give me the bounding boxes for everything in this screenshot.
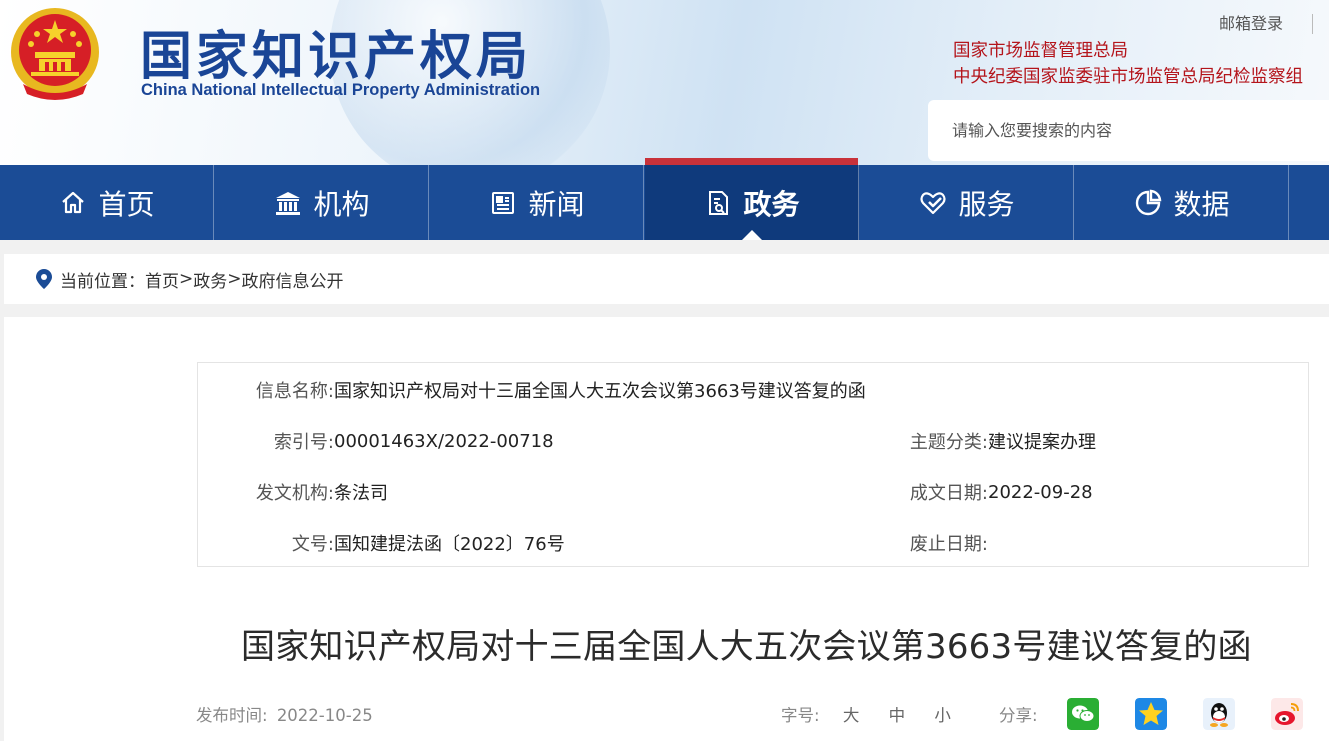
nav-item-label: 首页 <box>98 187 155 221</box>
nav-item-label: 服务 <box>958 187 1015 221</box>
main-nav: 首页 机构 新闻 政务 服务 数据 <box>0 158 1329 240</box>
qq-icon[interactable] <box>1203 698 1235 730</box>
share-label: 分享: <box>999 706 1038 725</box>
publish-date: 2022-10-25 <box>276 706 373 725</box>
nav-item-more[interactable] <box>1290 165 1329 240</box>
home-icon <box>58 188 88 218</box>
divider <box>1312 14 1313 34</box>
breadcrumb: 当前位置： 首页 > 政务 > 政府信息公开 <box>4 254 1329 304</box>
info-row-index: 索引号: 00001463X/2022-00718 <box>198 427 554 455</box>
info-value: 国家知识产权局对十三届全国人大五次会议第3663号建议答复的函 <box>334 381 866 402</box>
nav-item-label: 新闻 <box>528 187 585 221</box>
breadcrumb-separator: > <box>227 269 242 289</box>
info-value: 00001463X/2022-00718 <box>334 430 554 452</box>
publish-label: 发布时间: <box>196 706 268 725</box>
institution-icon <box>273 188 303 218</box>
info-row-docno: 文号: 国知建提法函〔2022〕76号 <box>198 529 565 557</box>
weibo-icon[interactable] <box>1271 698 1303 730</box>
search-box <box>928 100 1329 161</box>
nav-item-label: 机构 <box>313 187 370 221</box>
logo-subtitle: China National Intellectual Property Adm… <box>141 81 541 99</box>
document-title: 国家知识产权局对十三届全国人大五次会议第3663号建议答复的函 <box>241 627 1252 667</box>
logo-title: 国家知识产权局 <box>140 26 533 87</box>
org-link-samr[interactable]: 国家市场监督管理总局 <box>953 38 1303 64</box>
font-size-small-button[interactable]: 小 <box>934 706 951 725</box>
wechat-icon[interactable] <box>1067 698 1099 730</box>
breadcrumb-separator: > <box>179 269 194 289</box>
info-row-date: 成文日期: 2022-09-28 <box>898 478 1093 506</box>
info-value: 建议提案办理 <box>988 432 1096 453</box>
info-value: 条法司 <box>334 483 388 504</box>
site-header: 国家知识产权局 China National Intellectual Prop… <box>0 0 1329 165</box>
qzone-icon[interactable] <box>1135 698 1167 730</box>
info-row-issuer: 发文机构: 条法司 <box>198 478 388 506</box>
info-label: 主题分类: <box>909 432 988 453</box>
org-link-discipline-inspection[interactable]: 中央纪委国家监委驻市场监管总局纪检监察组 <box>953 64 1303 90</box>
government-affairs-icon <box>703 188 733 218</box>
info-label: 信息名称: <box>255 381 334 402</box>
info-label: 文号: <box>291 534 334 555</box>
nav-item-news[interactable]: 新闻 <box>430 165 644 240</box>
news-icon <box>488 188 518 218</box>
mail-login-link[interactable]: 邮箱登录 <box>1219 10 1283 34</box>
breadcrumb-prefix: 当前位置： <box>60 271 145 292</box>
document-info-box: 信息名称: 国家知识产权局对十三届全国人大五次会议第3663号建议答复的函 索引… <box>197 362 1309 567</box>
nav-item-institution[interactable]: 机构 <box>215 165 429 240</box>
info-label: 成文日期: <box>909 483 988 504</box>
location-pin-icon <box>36 269 52 289</box>
nav-item-home[interactable]: 首页 <box>0 165 214 240</box>
font-size-controls: 字号: 大 中 小 <box>781 702 951 726</box>
breadcrumb-government-affairs[interactable]: 政务 <box>193 267 227 292</box>
font-size-large-button[interactable]: 大 <box>843 706 860 725</box>
nav-item-data[interactable]: 数据 <box>1075 165 1289 240</box>
national-emblem-icon <box>11 8 99 100</box>
info-value: 国知建提法函〔2022〕76号 <box>334 534 565 555</box>
font-size-label: 字号: <box>781 706 820 725</box>
info-label: 废止日期: <box>909 534 988 555</box>
search-input[interactable] <box>952 121 1324 140</box>
nav-item-service[interactable]: 服务 <box>860 165 1074 240</box>
publish-time: 发布时间: 2022-10-25 <box>196 702 373 726</box>
service-icon <box>918 188 948 218</box>
info-row-abolish: 废止日期: <box>898 529 988 557</box>
nav-item-government-affairs[interactable]: 政务 <box>645 158 859 240</box>
breadcrumb-home[interactable]: 首页 <box>145 267 179 292</box>
font-size-medium-button[interactable]: 中 <box>889 706 906 725</box>
nav-item-label: 数据 <box>1173 187 1230 221</box>
info-label: 索引号: <box>273 432 334 453</box>
nav-item-label: 政务 <box>743 187 800 221</box>
info-label: 发文机构: <box>255 483 334 504</box>
org-links: 国家市场监督管理总局 中央纪委国家监委驻市场监管总局纪检监察组 <box>953 38 1303 90</box>
info-row-topic: 主题分类: 建议提案办理 <box>898 427 1096 455</box>
info-value: 2022-09-28 <box>988 481 1093 503</box>
data-pie-icon <box>1133 188 1163 218</box>
main-content: 信息名称: 国家知识产权局对十三届全国人大五次会议第3663号建议答复的函 索引… <box>4 317 1329 741</box>
breadcrumb-gov-info-disclosure[interactable]: 政府信息公开 <box>242 267 344 292</box>
info-row-name: 信息名称: 国家知识产权局对十三届全国人大五次会议第3663号建议答复的函 <box>198 376 866 404</box>
